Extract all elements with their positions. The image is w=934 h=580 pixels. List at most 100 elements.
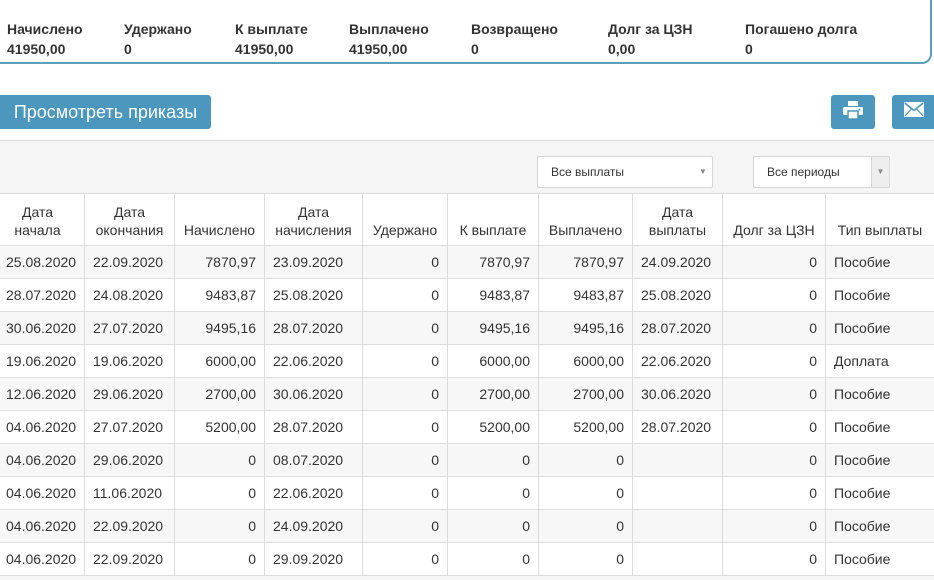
summary-accrued: Начислено 41950,00	[7, 21, 83, 58]
cell-debt: 0	[722, 443, 826, 477]
cell-paid: 0	[538, 443, 633, 477]
cell-withheld: 0	[362, 344, 448, 378]
cell-payment-type: Пособие	[825, 278, 934, 312]
cell-payable: 0	[447, 542, 539, 576]
cell-end-date: 22.09.2020	[84, 509, 175, 543]
summary-payable-label: К выплате	[235, 21, 308, 37]
column-header-debt[interactable]: Долг за ЦЗН	[722, 193, 826, 246]
cell-payment-type: Пособие	[825, 509, 934, 543]
cell-accrual-date: 29.09.2020	[264, 542, 363, 576]
summary-returned-label: Возвращено	[471, 21, 558, 37]
cell-accrued: 0	[174, 476, 265, 510]
column-header-accrual-date[interactable]: Дата начисления	[264, 193, 363, 246]
cell-payable: 7870,97	[447, 245, 539, 279]
column-header-text: Дата	[113, 204, 145, 220]
table-row[interactable]: 30.06.2020 27.07.2020 9495,16 28.07.2020 0 94…	[0, 311, 934, 345]
cell-accrued: 2700,00	[174, 377, 265, 411]
summary-paid-label: Выплачено	[349, 21, 429, 37]
payments-table: Дата начала Дата окончания Начислено Дата начи…	[0, 193, 934, 576]
column-header-text: Начислено	[183, 222, 256, 238]
cell-accrued: 9495,16	[174, 311, 265, 345]
cell-payment-type: Пособие	[825, 377, 934, 411]
cell-paid: 0	[538, 509, 633, 543]
column-header-text: Тип выплаты	[837, 222, 923, 238]
table-header-row: Дата начала Дата окончания Начислено Дата начи…	[0, 193, 934, 246]
cell-payment-date	[632, 443, 723, 477]
column-header-payable[interactable]: К выплате	[447, 193, 539, 246]
column-header-text: Дата	[297, 204, 329, 220]
summary-accrued-value: 41950,00	[7, 41, 66, 57]
summary-withheld: Удержано 0	[124, 21, 192, 58]
cell-withheld: 0	[362, 443, 448, 477]
cell-paid: 2700,00	[538, 377, 633, 411]
summary-withheld-value: 0	[124, 41, 132, 57]
cell-payment-type: Пособие	[825, 410, 934, 444]
cell-accrual-date: 22.06.2020	[264, 344, 363, 378]
cell-payment-date: 24.09.2020	[632, 245, 723, 279]
column-header-accrued[interactable]: Начислено	[174, 193, 265, 246]
summary-repaid-label: Погашено долга	[745, 21, 858, 37]
cell-paid: 5200,00	[538, 410, 633, 444]
periods-filter-select[interactable]: Все периоды ▼	[753, 156, 890, 188]
cell-end-date: 22.09.2020	[84, 542, 175, 576]
cell-debt: 0	[722, 542, 826, 576]
cell-end-date: 19.06.2020	[84, 344, 175, 378]
cell-payable: 2700,00	[447, 377, 539, 411]
table-row[interactable]: 28.07.2020 24.08.2020 9483,87 25.08.2020 0 94…	[0, 278, 934, 312]
column-header-text: Дата	[661, 204, 693, 220]
column-header-payment-type[interactable]: Тип выплаты	[825, 193, 934, 246]
chevron-down-icon: ▼	[699, 167, 707, 176]
cell-payment-type: Пособие	[825, 443, 934, 477]
column-header-payment-date[interactable]: Дата выплаты	[632, 193, 723, 246]
cell-accrual-date: 30.06.2020	[264, 377, 363, 411]
cell-accrual-date: 28.07.2020	[264, 410, 363, 444]
print-icon	[843, 100, 863, 124]
payments-filter-select[interactable]: Все выплаты ▼	[537, 156, 713, 188]
chevron-down-icon: ▼	[871, 157, 889, 187]
send-email-button[interactable]	[892, 95, 934, 129]
table-row[interactable]: 04.06.2020 29.06.2020 0 08.07.2020 0 0 0 0 Пособ…	[0, 443, 934, 477]
cell-start-date: 28.07.2020	[0, 278, 85, 312]
summary-paid: Выплачено 41950,00	[349, 21, 429, 58]
cell-start-date: 04.06.2020	[0, 542, 85, 576]
column-header-end-date[interactable]: Дата окончания	[84, 193, 175, 246]
column-header-paid[interactable]: Выплачено	[538, 193, 633, 246]
cell-withheld: 0	[362, 410, 448, 444]
summary-debt-value: 0,00	[608, 41, 636, 57]
cell-start-date: 04.06.2020	[0, 476, 85, 510]
column-header-withheld[interactable]: Удержано	[362, 193, 448, 246]
cell-paid: 0	[538, 542, 633, 576]
cell-payment-type: Пособие	[825, 476, 934, 510]
summary-withheld-label: Удержано	[124, 21, 192, 37]
column-header-text: окончания	[95, 222, 164, 238]
cell-accrual-date: 28.07.2020	[264, 311, 363, 345]
cell-start-date: 04.06.2020	[0, 410, 85, 444]
cell-debt: 0	[722, 476, 826, 510]
cell-debt: 0	[722, 410, 826, 444]
envelope-icon	[904, 102, 924, 122]
table-row[interactable]: 04.06.2020 27.07.2020 5200,00 28.07.2020 0 52…	[0, 410, 934, 444]
cell-payable: 0	[447, 509, 539, 543]
column-header-text: начисления	[275, 222, 352, 238]
column-header-text: Долг за ЦЗН	[733, 222, 815, 238]
table-row[interactable]: 04.06.2020 22.09.2020 0 24.09.2020 0 0 0 0 Пособ…	[0, 509, 934, 543]
cell-payable: 9483,87	[447, 278, 539, 312]
cell-withheld: 0	[362, 476, 448, 510]
cell-payment-type: Пособие	[825, 311, 934, 345]
cell-end-date: 29.06.2020	[84, 377, 175, 411]
table-row[interactable]: 04.06.2020 22.09.2020 0 29.09.2020 0 0 0 0 Пособ…	[0, 542, 934, 576]
payments-filter-value: Все выплаты	[551, 165, 625, 179]
column-header-text: Дата	[21, 204, 53, 220]
view-orders-button[interactable]: Просмотреть приказы	[0, 95, 211, 129]
column-header-start-date[interactable]: Дата начала	[0, 193, 85, 246]
column-header-text: выплаты	[648, 222, 707, 238]
cell-end-date: 24.08.2020	[84, 278, 175, 312]
table-row[interactable]: 12.06.2020 29.06.2020 2700,00 30.06.2020 0 27…	[0, 377, 934, 411]
print-button[interactable]	[831, 95, 875, 129]
table-row[interactable]: 04.06.2020 11.06.2020 0 22.06.2020 0 0 0 0 Пособ…	[0, 476, 934, 510]
cell-payable: 9495,16	[447, 311, 539, 345]
table-row[interactable]: 25.08.2020 22.09.2020 7870,97 23.09.2020 0 78…	[0, 245, 934, 279]
cell-payable: 5200,00	[447, 410, 539, 444]
table-row[interactable]: 19.06.2020 19.06.2020 6000,00 22.06.2020 0 60…	[0, 344, 934, 378]
cell-end-date: 11.06.2020	[84, 476, 175, 510]
